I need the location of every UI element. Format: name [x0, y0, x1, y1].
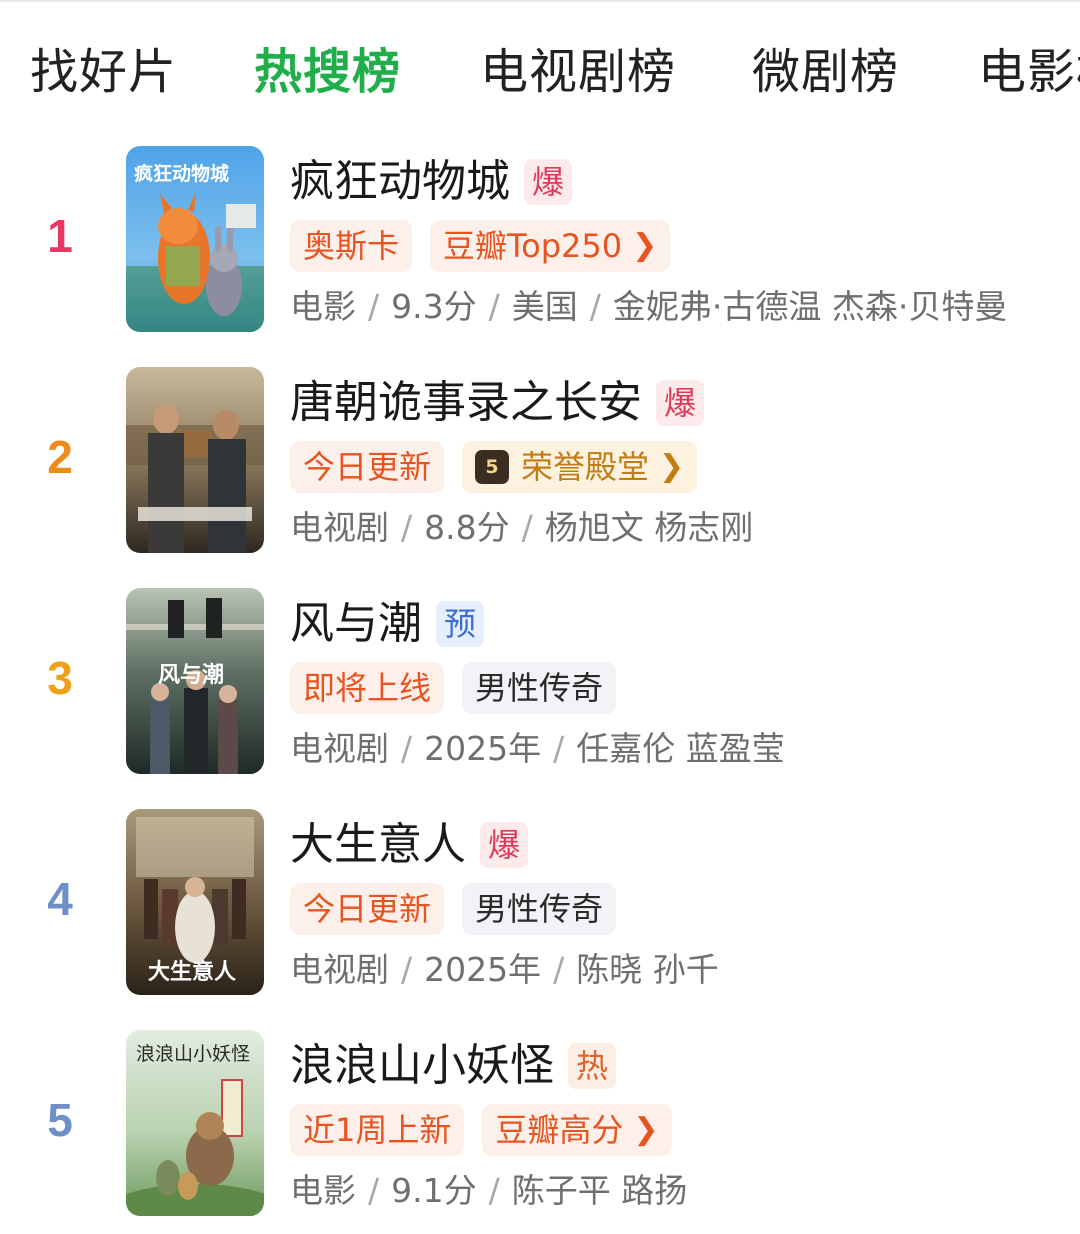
- tag-oscar[interactable]: 奥斯卡: [290, 220, 413, 272]
- tag-row: 今日更新 男性传奇: [290, 883, 634, 935]
- zootopia-poster[interactable]: 疯狂动物城: [126, 146, 264, 332]
- tag-label: 荣誉殿堂: [521, 448, 650, 486]
- item-meta: 电视剧 / 2025年 / 任嘉伦 蓝盈莹: [290, 726, 785, 772]
- hot-search-list: 1 疯狂动物城 疯狂动物城 爆 奥斯卡 豆瓣Top250 ❯ 电影 / 9.3分…: [0, 0, 1080, 1234]
- list-item[interactable]: 2 唐朝诡事录之长安 爆 今日更新 5 荣誉殿堂 ❯ 电视剧 / 8.8分 / …: [0, 367, 1080, 557]
- chevron-right-icon: ❯: [633, 1112, 659, 1147]
- item-title[interactable]: 大生意人: [290, 815, 466, 875]
- tag-label: 男性传奇: [475, 669, 604, 707]
- item-meta: 电影 / 9.1分 / 陈子平 路扬: [290, 1168, 687, 1214]
- chevron-right-icon: ❯: [632, 228, 658, 263]
- meta-score: 9.1分: [391, 1171, 477, 1210]
- divider: /: [488, 287, 500, 326]
- tag-row: 即将上线 男性传奇: [290, 662, 634, 714]
- list-item[interactable]: 4 大生意人 大生意人 爆 今日更新 男性传奇 电视剧 / 2025年 / 陈晓…: [0, 809, 1080, 999]
- tag-douban-high-score[interactable]: 豆瓣高分 ❯: [482, 1104, 672, 1156]
- item-meta: 电影 / 9.3分 / 美国 / 金妮弗·古德温 杰森·贝特曼: [290, 284, 1007, 330]
- meta-year: 2025年: [424, 950, 542, 989]
- tag-new-this-week[interactable]: 近1周上新: [290, 1104, 465, 1156]
- rank-number: 5: [47, 1094, 73, 1146]
- divider: /: [368, 1171, 380, 1210]
- tag-hall-of-fame[interactable]: 5 荣誉殿堂 ❯: [462, 441, 698, 493]
- meta-type: 电视剧: [290, 950, 389, 989]
- meta-cast: 金妮弗·古德温 杰森·贝特曼: [612, 287, 1008, 326]
- meta-score: 8.8分: [424, 508, 510, 547]
- title-line: 唐朝诡事录之长安 爆: [290, 371, 705, 435]
- meta-score: 9.3分: [391, 287, 477, 326]
- divider: /: [553, 950, 565, 989]
- chevron-right-icon: ❯: [659, 449, 685, 484]
- meta-type: 电视剧: [290, 508, 389, 547]
- tag-label: 近1周上新: [303, 1111, 452, 1149]
- meta-cast: 陈晓 孙千: [576, 950, 719, 989]
- title-line: 浪浪山小妖怪 热: [290, 1034, 617, 1098]
- item-meta: 电视剧 / 8.8分 / 杨旭文 杨志刚: [290, 505, 753, 551]
- trending-flag-badge: 热: [568, 1043, 617, 1089]
- poster-title: 疯狂动物城: [134, 162, 229, 185]
- poster-title: 风与潮: [158, 663, 224, 688]
- tag-label: 今日更新: [303, 890, 432, 928]
- tag-label: 即将上线: [303, 669, 432, 707]
- item-title[interactable]: 风与潮: [290, 594, 422, 654]
- meta-type: 电影: [290, 1171, 356, 1210]
- title-line: 疯狂动物城 爆: [290, 150, 573, 214]
- tag-label: 豆瓣Top250: [443, 227, 623, 265]
- tag-row: 近1周上新 豆瓣高分 ❯: [290, 1104, 690, 1156]
- tag-male-legend[interactable]: 男性传奇: [462, 662, 617, 714]
- meta-cast: 任嘉伦 蓝盈莹: [576, 729, 785, 768]
- preview-flag-badge: 预: [436, 601, 485, 647]
- title-line: 风与潮 预: [290, 592, 485, 656]
- meta-type: 电影: [290, 287, 356, 326]
- item-title[interactable]: 浪浪山小妖怪: [290, 1036, 554, 1096]
- hot-flag-badge: 爆: [480, 822, 529, 868]
- tag-coming-soon[interactable]: 即将上线: [290, 662, 445, 714]
- divider: /: [401, 729, 413, 768]
- tag-label: 今日更新: [303, 448, 432, 486]
- item-meta: 电视剧 / 2025年 / 陈晓 孙千: [290, 947, 719, 993]
- divider: /: [521, 508, 533, 547]
- meta-cast: 杨旭文 杨志刚: [544, 508, 754, 547]
- tang-poster[interactable]: [126, 367, 264, 553]
- dashengyiren-poster[interactable]: 大生意人: [126, 809, 264, 995]
- meta-cast: 陈子平 路扬: [511, 1171, 688, 1210]
- divider: /: [488, 1171, 500, 1210]
- tag-row: 今日更新 5 荣誉殿堂 ❯: [290, 441, 715, 493]
- level-five-badge-icon: 5: [475, 450, 510, 484]
- divider: /: [401, 950, 413, 989]
- tag-douban-top250[interactable]: 豆瓣Top250 ❯: [430, 220, 671, 272]
- list-item[interactable]: 1 疯狂动物城 疯狂动物城 爆 奥斯卡 豆瓣Top250 ❯ 电影 / 9.3分…: [0, 146, 1080, 336]
- poster-title: 浪浪山小妖怪: [136, 1043, 250, 1065]
- tag-label: 奥斯卡: [303, 227, 400, 265]
- rank-number: 3: [47, 652, 73, 704]
- tag-male-legend[interactable]: 男性传奇: [462, 883, 617, 935]
- meta-type: 电视剧: [290, 729, 389, 768]
- hot-flag-badge: 爆: [524, 159, 573, 205]
- meta-year: 2025年: [424, 729, 542, 768]
- poster-title: 大生意人: [148, 959, 236, 985]
- divider: /: [589, 287, 601, 326]
- tag-label: 豆瓣高分: [495, 1111, 624, 1149]
- divider: /: [553, 729, 565, 768]
- tag-updated-today[interactable]: 今日更新: [290, 441, 445, 493]
- item-title[interactable]: 唐朝诡事录之长安: [290, 373, 642, 433]
- tag-updated-today[interactable]: 今日更新: [290, 883, 445, 935]
- rank-number: 4: [47, 873, 73, 925]
- hot-flag-badge: 爆: [656, 380, 705, 426]
- title-line: 大生意人 爆: [290, 813, 529, 877]
- rank-number: 1: [47, 210, 73, 262]
- tag-label: 男性传奇: [475, 890, 604, 928]
- list-item[interactable]: 5 浪浪山小妖怪 浪浪山小妖怪 热 近1周上新 豆瓣高分 ❯ 电影 / 9.1分…: [0, 1030, 1080, 1220]
- langlangshan-poster[interactable]: 浪浪山小妖怪: [126, 1030, 264, 1216]
- tag-row: 奥斯卡 豆瓣Top250 ❯: [290, 220, 688, 272]
- item-title[interactable]: 疯狂动物城: [290, 152, 510, 212]
- divider: /: [401, 508, 413, 547]
- fengyuchao-poster[interactable]: 风与潮: [126, 588, 264, 774]
- divider: /: [368, 287, 380, 326]
- meta-region: 美国: [511, 287, 578, 326]
- list-item[interactable]: 3 风与潮 风与潮 预 即将上线 男性传奇 电视剧 / 2025年 / 任嘉伦 …: [0, 588, 1080, 778]
- rank-number: 2: [47, 431, 73, 483]
